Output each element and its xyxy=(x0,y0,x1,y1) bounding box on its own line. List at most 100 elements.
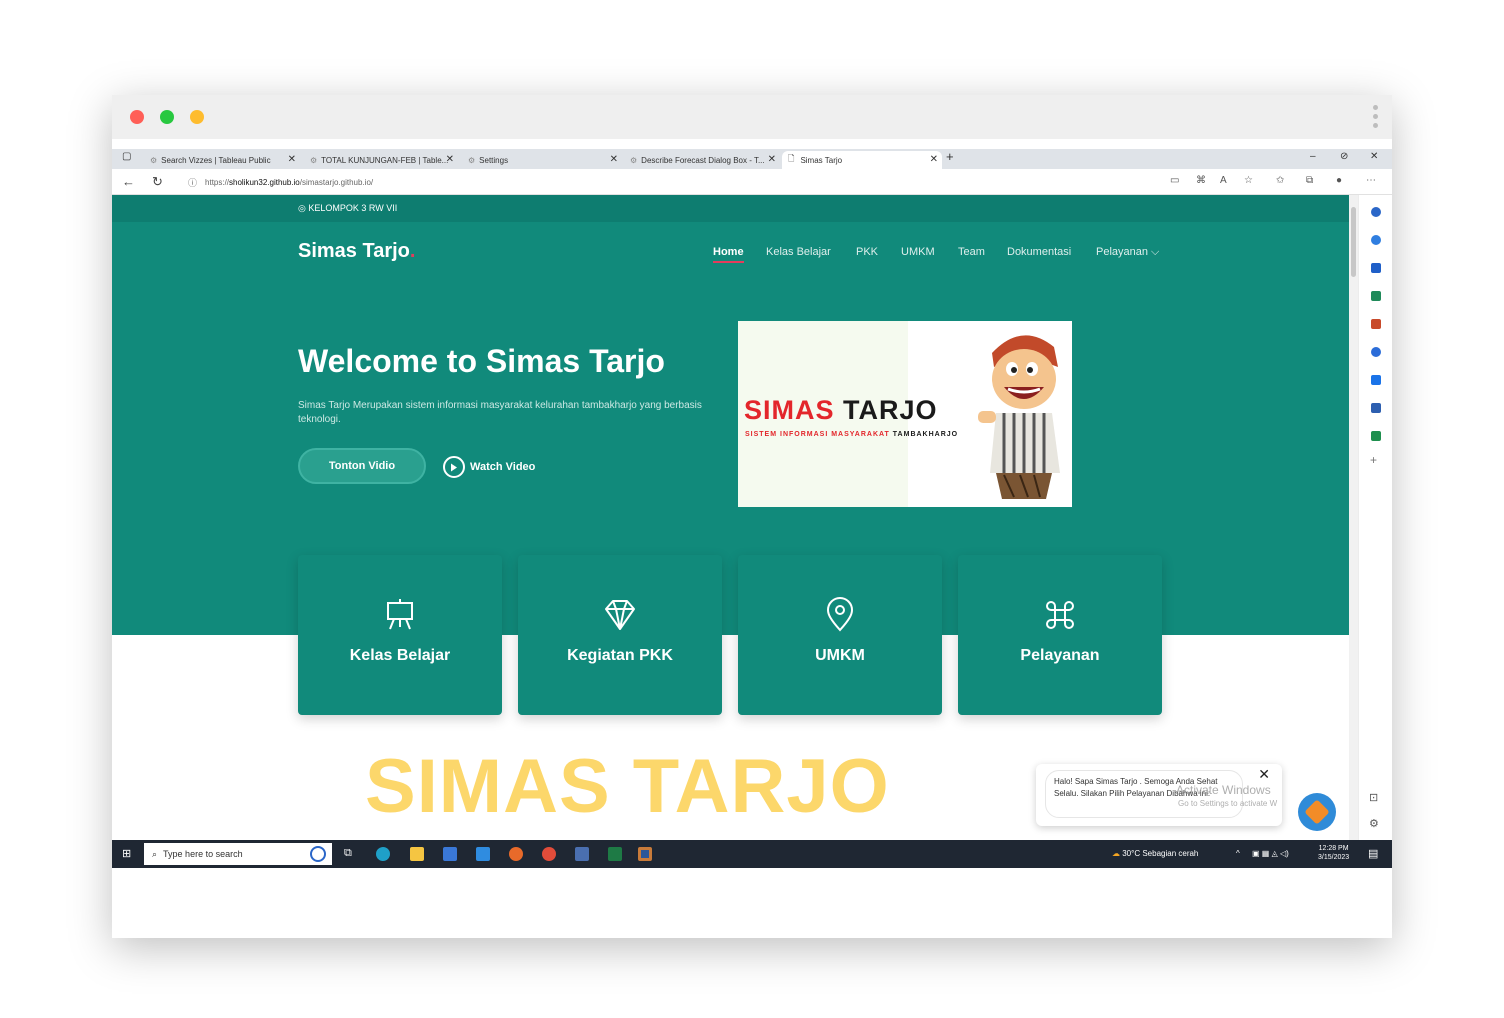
nav-kelas-belajar[interactable]: Kelas Belajar xyxy=(766,246,831,258)
search-icon[interactable] xyxy=(1371,207,1381,217)
games-icon[interactable] xyxy=(1371,319,1381,329)
office-icon[interactable] xyxy=(1371,347,1381,357)
url-path: /simastarjo.github.io/ xyxy=(299,177,374,187)
page-viewport: ◎ KELOMPOK 3 RW VII Simas Tarjo. Home Ke… xyxy=(112,195,1349,840)
chrome-icon[interactable] xyxy=(542,847,556,861)
app-grid-icon[interactable] xyxy=(575,847,589,861)
card-label: Kelas Belajar xyxy=(349,647,451,664)
tools-icon[interactable] xyxy=(1371,291,1381,301)
more-options-icon[interactable]: ⋯ xyxy=(1366,175,1376,186)
document-icon: 🗋 xyxy=(788,154,795,163)
weather-widget[interactable]: ☁ 30°C Sebagian cerah xyxy=(1112,849,1198,858)
easel-icon xyxy=(387,599,413,630)
window-restore-icon[interactable]: ⊘ xyxy=(1340,151,1348,162)
taskbar-search[interactable]: ⌕ Type here to search xyxy=(144,843,332,865)
card-kegiatan-pkk[interactable]: Kegiatan PKK xyxy=(518,555,722,715)
notifications-icon[interactable]: ▤ xyxy=(1368,847,1378,860)
clock-time: 12:28 PM xyxy=(1318,845,1349,852)
minimize-dot[interactable] xyxy=(190,110,204,124)
favorites-icon[interactable]: ✩ xyxy=(1276,175,1284,186)
add-icon[interactable]: + xyxy=(1370,453,1377,467)
maximize-dot[interactable] xyxy=(160,110,174,124)
edge-sidebar: + ⊡ ⚙ xyxy=(1358,195,1392,840)
mascot-illustration xyxy=(978,335,1060,499)
add-favorite-icon[interactable]: ☆ xyxy=(1244,175,1253,186)
close-icon[interactable]: ✕ xyxy=(446,154,454,165)
mac-title-bar xyxy=(112,95,1392,139)
watch-video-link[interactable]: Watch Video xyxy=(443,456,535,478)
tab-label: Describe Forecast Dialog Box - T... xyxy=(641,155,765,165)
close-icon[interactable]: ✕ xyxy=(768,154,776,165)
activate-windows-watermark: Activate Windows xyxy=(1176,783,1271,797)
extensions-icon[interactable]: ⌘ xyxy=(1196,175,1206,186)
task-view-icon[interactable]: ⧉ xyxy=(344,847,352,860)
nav-team[interactable]: Team xyxy=(958,246,985,258)
tab-tableau-search[interactable]: ⚙ Search Vizzes | Tableau Public ✕ xyxy=(144,151,300,169)
file-explorer-icon[interactable] xyxy=(410,847,424,861)
page-scrollbar[interactable] xyxy=(1349,195,1358,840)
app-available-icon[interactable]: ▭ xyxy=(1170,175,1179,186)
window-close-icon[interactable]: ✕ xyxy=(1370,151,1378,162)
back-icon[interactable]: ← xyxy=(122,174,135,189)
close-icon[interactable]: ✕ xyxy=(288,154,296,165)
gear-icon[interactable]: ⚙ xyxy=(1369,817,1379,830)
card-umkm[interactable]: UMKM xyxy=(738,555,942,715)
sidebar-layout-icon[interactable]: ⊡ xyxy=(1369,791,1378,804)
nav-pelayanan[interactable]: Pelayanan ⌵ xyxy=(1096,246,1159,259)
close-dot[interactable] xyxy=(130,110,144,124)
watch-video-label: Watch Video xyxy=(470,461,536,473)
nav-umkm[interactable]: UMKM xyxy=(901,246,935,258)
tab-label: Simas Tarjo xyxy=(800,155,843,165)
outlook-icon[interactable] xyxy=(1371,375,1381,385)
card-pelayanan[interactable]: Pelayanan xyxy=(958,555,1162,715)
tab-simas-tarjo[interactable]: 🗋 Simas Tarjo ✕ xyxy=(782,151,942,169)
tab-actions-icon[interactable]: ▢ xyxy=(122,151,131,162)
nav-dokumentasi[interactable]: Dokumentasi xyxy=(1007,246,1071,258)
mail-icon[interactable] xyxy=(476,847,490,861)
address-bar[interactable]: ⓘ https://sholikun32.github.io/simastarj… xyxy=(176,173,1176,191)
edge-icon[interactable] xyxy=(376,847,390,861)
nav-home[interactable]: Home xyxy=(713,246,744,263)
chat-launcher-button[interactable] xyxy=(1298,793,1336,831)
scroll-thumb[interactable] xyxy=(1351,207,1356,277)
tab-describe-forecast[interactable]: ⚙ Describe Forecast Dialog Box - T... ✕ xyxy=(624,151,780,169)
tonton-vidio-button[interactable]: Tonton Vidio xyxy=(298,448,426,484)
new-tab-icon[interactable]: + xyxy=(946,149,954,164)
bing-chat-icon[interactable] xyxy=(310,846,326,862)
site-logo[interactable]: Simas Tarjo. xyxy=(298,240,415,263)
windows-taskbar: ⊞ ⌕ Type here to search ⧉ ☁ 30°C Sebagia… xyxy=(112,840,1392,868)
close-icon[interactable]: ✕ xyxy=(610,154,618,165)
word-icon[interactable] xyxy=(638,847,652,861)
read-aloud-icon[interactable]: A xyxy=(1220,175,1227,186)
tab-settings[interactable]: ⚙ Settings ✕ xyxy=(462,151,622,169)
logo-red-text: SIMAS xyxy=(744,395,844,425)
kebab-menu-icon[interactable] xyxy=(1373,105,1379,131)
excel-icon[interactable] xyxy=(608,847,622,861)
close-icon[interactable]: ✕ xyxy=(930,154,938,165)
firefox-icon[interactable] xyxy=(509,847,523,861)
tree-icon[interactable] xyxy=(1371,431,1381,441)
nav-pkk[interactable]: PKK xyxy=(856,246,878,258)
refresh-icon[interactable]: ↻ xyxy=(152,174,163,190)
windows-start-icon[interactable]: ⊞ xyxy=(122,847,131,860)
hero-description: Simas Tarjo Merupakan sistem informasi m… xyxy=(298,400,702,425)
instagram-icon[interactable]: ◎ xyxy=(298,203,306,213)
profile-icon[interactable]: ● xyxy=(1336,175,1342,186)
tray-chevron-icon[interactable]: ^ xyxy=(1236,849,1240,858)
tab-total-kunjungan[interactable]: ⚙ TOTAL KUNJUNGAN-FEB | Table... ✕ xyxy=(304,151,458,169)
command-icon xyxy=(1046,601,1074,629)
close-icon[interactable]: ✕ xyxy=(1258,766,1270,783)
play-icon xyxy=(443,456,465,478)
store-icon[interactable] xyxy=(443,847,457,861)
tray-icons[interactable]: ▣ ▦ ◬ ◁) xyxy=(1252,849,1289,858)
bing-icon[interactable] xyxy=(1371,235,1381,245)
card-kelas-belajar[interactable]: Kelas Belajar xyxy=(298,555,502,715)
topline-text: KELOMPOK 3 RW VII xyxy=(308,203,398,213)
map-pin-icon xyxy=(826,597,854,632)
clock[interactable]: 12:28 PM 3/15/2023 xyxy=(1318,844,1349,862)
shopping-tag-icon[interactable] xyxy=(1371,263,1381,273)
collections-icon[interactable]: ⧉ xyxy=(1306,175,1313,186)
send-icon[interactable] xyxy=(1371,403,1381,413)
url-prefix: https:// xyxy=(205,177,230,187)
window-minimize-icon[interactable]: – xyxy=(1310,151,1316,162)
